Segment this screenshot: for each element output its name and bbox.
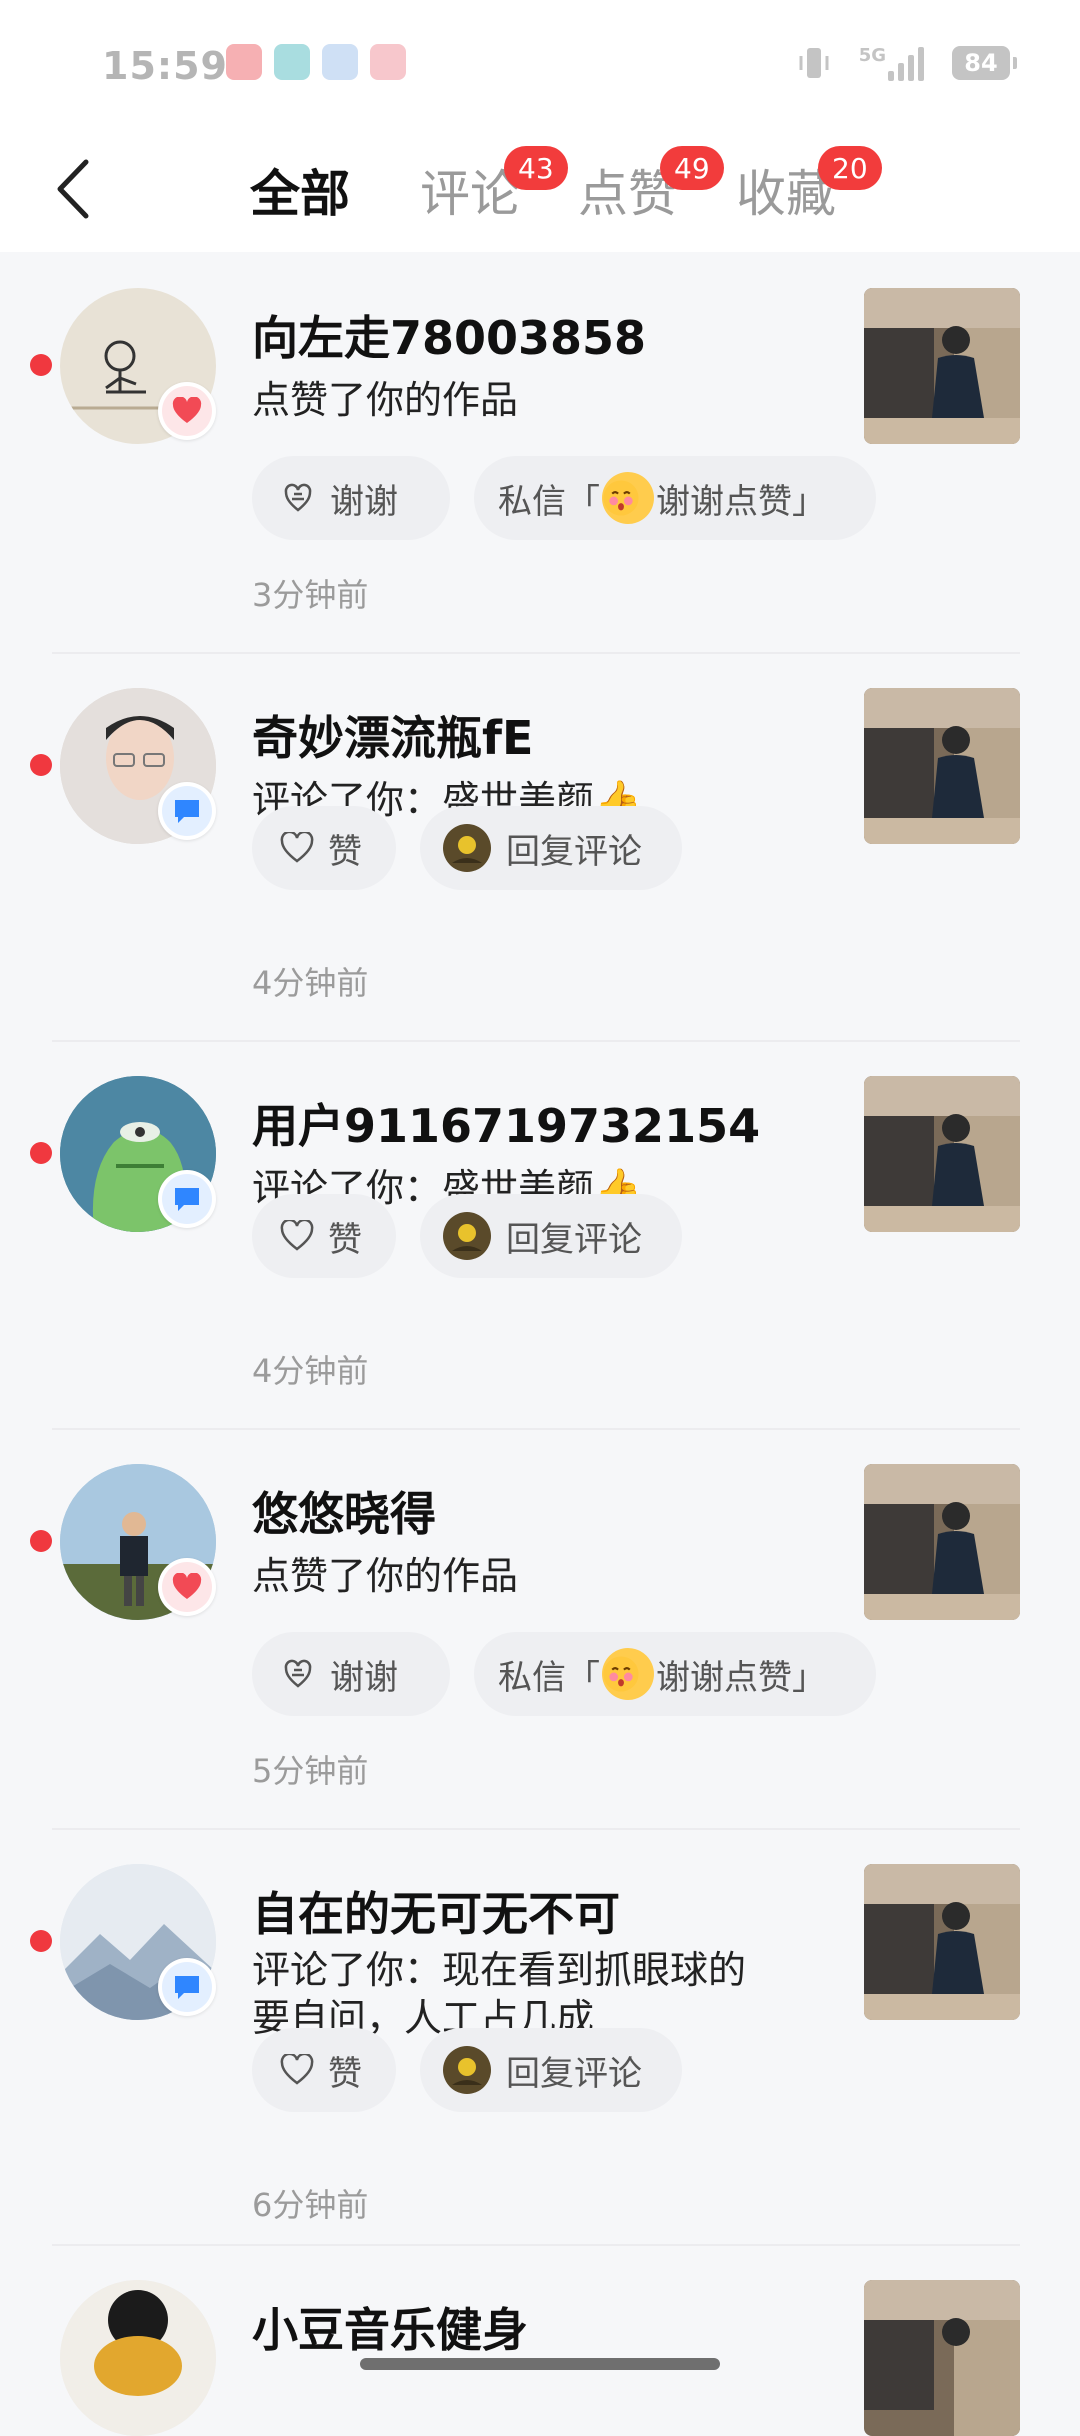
user-name[interactable]: 用户9116719732154 xyxy=(252,1090,760,1156)
status-bar: 15:59 5G 84 xyxy=(0,0,1080,130)
notification-app-icons xyxy=(226,44,406,80)
heart-icon xyxy=(172,397,202,423)
user-name[interactable]: 奇妙漂流瓶fE xyxy=(252,702,533,768)
post-thumbnail[interactable] xyxy=(864,2280,1020,2436)
heart-outline-icon xyxy=(280,1220,314,1251)
browser-app-icon xyxy=(322,44,358,80)
message-prefix: 私信「 xyxy=(498,481,600,522)
reply-comment-button[interactable]: 回复评论 xyxy=(420,806,682,890)
reply-label: 回复评论 xyxy=(506,831,642,872)
comment-badge xyxy=(158,1958,216,2016)
favorites-badge: 20 xyxy=(818,146,882,190)
network-type: 5G xyxy=(858,45,886,66)
message-suffix: 」 xyxy=(792,481,826,522)
message-prefix: 私信「 xyxy=(498,1657,600,1698)
comments-badge: 43 xyxy=(504,146,568,190)
shop-app-icon xyxy=(370,44,406,80)
reply-comment-button[interactable]: 回复评论 xyxy=(420,1194,682,1278)
blush-emoji-icon xyxy=(602,472,654,524)
comment-icon xyxy=(175,1188,199,1211)
message-thanks-button[interactable]: 私信「 谢谢点赞 」 xyxy=(474,1632,876,1716)
action-text: 点赞了你的作品 xyxy=(252,378,519,422)
thanks-button[interactable]: 谢谢 xyxy=(252,1632,450,1716)
unread-dot xyxy=(30,1530,52,1552)
user-name[interactable]: 向左走78003858 xyxy=(252,302,646,368)
heart-outline-icon xyxy=(280,2054,314,2085)
heart-icon xyxy=(172,1573,202,1599)
user-name[interactable]: 悠悠晓得 xyxy=(252,1478,436,1544)
heart-outline-icon xyxy=(280,832,314,863)
like-comment-button[interactable]: 赞 xyxy=(252,2028,396,2112)
message-label: 谢谢点赞 xyxy=(656,1657,792,1698)
signal-icon xyxy=(888,45,924,81)
tab-all[interactable]: 全部 xyxy=(250,154,350,226)
divider xyxy=(52,1040,1020,1042)
unread-dot xyxy=(30,1142,52,1164)
like-label: 赞 xyxy=(328,2053,362,2094)
reply-comment-button[interactable]: 回复评论 xyxy=(420,2028,682,2112)
avatar[interactable] xyxy=(60,2280,216,2436)
unread-dot xyxy=(30,354,52,376)
user-name[interactable]: 小豆音乐健身 xyxy=(252,2294,528,2360)
boss-app-icon xyxy=(274,44,310,80)
action-text: 点赞了你的作品 xyxy=(252,1554,519,1598)
timestamp: 5分钟前 xyxy=(252,1752,369,1790)
divider xyxy=(52,2244,1020,2246)
post-thumbnail[interactable] xyxy=(864,288,1020,444)
video-app-icon xyxy=(226,44,262,80)
thanks-button[interactable]: 谢谢 xyxy=(252,456,450,540)
user-avatar-icon xyxy=(443,2046,491,2094)
system-icons: 5G 84 xyxy=(797,44,1017,82)
back-button[interactable] xyxy=(48,154,108,224)
unread-dot xyxy=(30,754,52,776)
message-thanks-button[interactable]: 私信「 谢谢点赞 」 xyxy=(474,456,876,540)
timestamp: 6分钟前 xyxy=(252,2186,369,2224)
timestamp: 3分钟前 xyxy=(252,576,369,614)
chevron-left-icon xyxy=(57,159,89,219)
comment-badge xyxy=(158,782,216,840)
timestamp: 4分钟前 xyxy=(252,964,369,1002)
like-label: 赞 xyxy=(328,1219,362,1260)
timestamp: 4分钟前 xyxy=(252,1352,369,1390)
divider xyxy=(52,1428,1020,1430)
home-indicator[interactable] xyxy=(360,2358,720,2370)
message-suffix: 」 xyxy=(792,1657,826,1698)
thanks-icon xyxy=(284,483,312,512)
comment-text-line1: 评论了你：现在看到抓眼球的 xyxy=(252,1948,747,1992)
battery-icon: 84 xyxy=(952,46,1017,80)
thanks-label: 谢谢 xyxy=(330,481,398,522)
thanks-label: 谢谢 xyxy=(330,1657,398,1698)
post-thumbnail[interactable] xyxy=(864,1464,1020,1620)
blush-emoji-icon xyxy=(602,1648,654,1700)
battery-level: 84 xyxy=(964,49,998,77)
message-label: 谢谢点赞 xyxy=(656,481,792,522)
comment-icon xyxy=(175,1976,199,1999)
user-avatar-icon xyxy=(443,1212,491,1260)
post-thumbnail[interactable] xyxy=(864,1076,1020,1232)
like-comment-button[interactable]: 赞 xyxy=(252,1194,396,1278)
user-avatar-icon xyxy=(443,824,491,872)
thanks-icon xyxy=(284,1659,312,1688)
like-badge xyxy=(158,1558,216,1616)
comment-icon xyxy=(175,800,199,823)
unread-dot xyxy=(30,1930,52,1952)
likes-badge: 49 xyxy=(660,146,724,190)
like-badge xyxy=(158,382,216,440)
like-label: 赞 xyxy=(328,831,362,872)
post-thumbnail[interactable] xyxy=(864,1864,1020,2020)
top-nav: 全部 评论 43 点赞 49 收藏 20 xyxy=(0,130,1080,252)
like-comment-button[interactable]: 赞 xyxy=(252,806,396,890)
comment-badge xyxy=(158,1170,216,1228)
reply-label: 回复评论 xyxy=(506,1219,642,1260)
reply-label: 回复评论 xyxy=(506,2053,642,2094)
divider xyxy=(52,652,1020,654)
user-name[interactable]: 自在的无可无不可 xyxy=(252,1878,620,1944)
divider xyxy=(52,1828,1020,1830)
post-thumbnail[interactable] xyxy=(864,688,1020,844)
vibrate-icon xyxy=(799,48,829,78)
status-time: 15:59 xyxy=(102,44,228,88)
